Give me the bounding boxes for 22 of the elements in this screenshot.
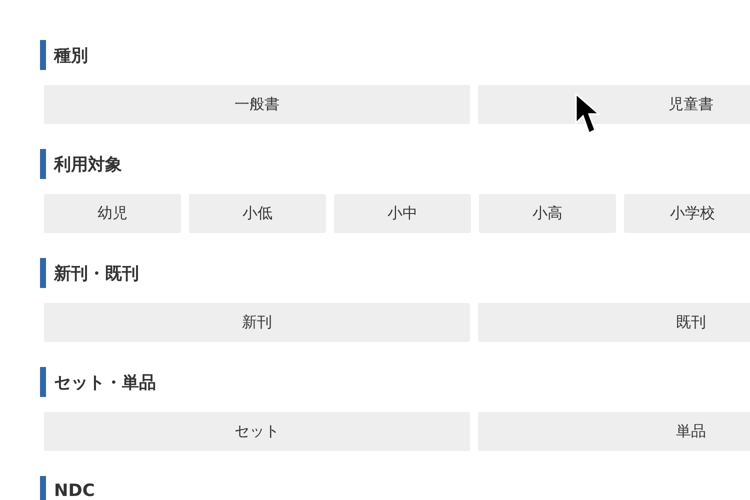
filter-option-button[interactable]: 小低 [189,194,326,233]
heading-accent-bar [40,149,46,179]
section-heading: 種別 [54,44,88,66]
filter-option-button[interactable]: 単品 [478,412,750,451]
filter-option-button[interactable]: セット [44,412,470,451]
section-heading: NDC [54,481,95,500]
filter-option-button[interactable]: 小学校 [624,194,750,233]
heading-accent-bar [40,40,46,70]
mouse-pointer-icon [575,93,601,135]
filter-option-button[interactable]: 小中 [334,194,471,233]
filter-option-button[interactable]: 児童書 [478,85,750,124]
section-heading: セット・単品 [54,372,156,394]
heading-accent-bar [40,476,46,500]
filter-option-button[interactable]: 幼児 [44,194,181,233]
section-heading: 新刊・既刊 [54,262,139,284]
heading-accent-bar [40,258,46,288]
filter-option-button[interactable]: 一般書 [44,85,470,124]
filter-option-button[interactable]: 小高 [479,194,616,233]
section-heading: 利用対象 [54,154,122,176]
heading-accent-bar [40,367,46,397]
filter-option-button[interactable]: 既刊 [478,303,750,342]
filter-option-button[interactable]: 新刊 [44,303,470,342]
